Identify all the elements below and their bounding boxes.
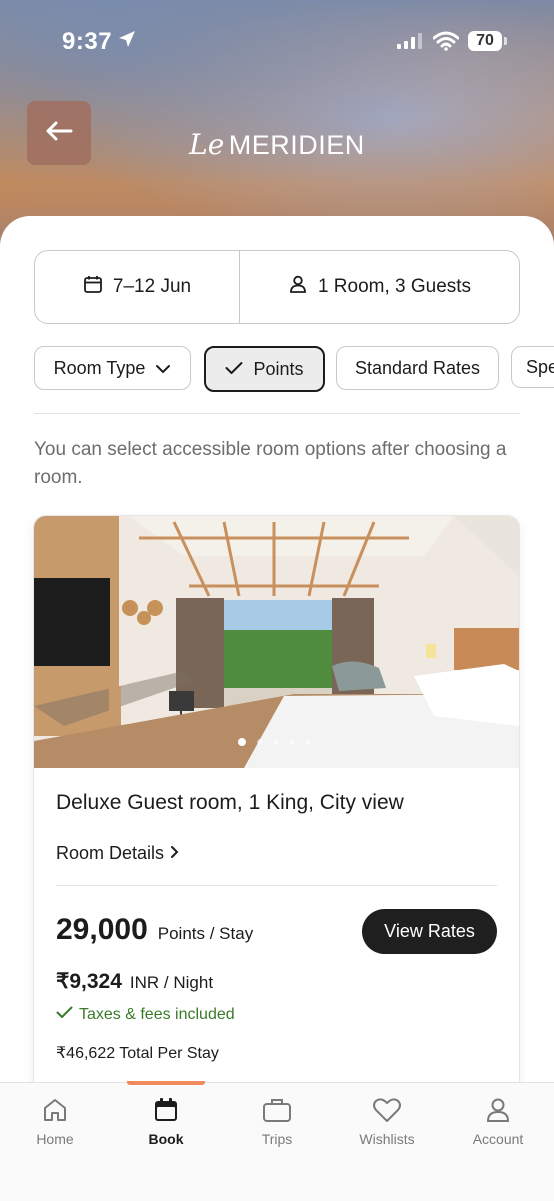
filter-standard-rates[interactable]: Standard Rates <box>336 346 499 390</box>
tab-account[interactable]: Account <box>443 1083 553 1163</box>
check-icon <box>56 1006 73 1024</box>
location-arrow-icon <box>118 30 136 53</box>
logo-name: MERIDIEN <box>228 130 365 160</box>
battery-icon: 70 <box>468 31 507 51</box>
price-value: ₹9,324 <box>56 970 122 993</box>
wifi-icon <box>432 31 460 56</box>
person-icon <box>288 274 308 300</box>
tab-home[interactable]: Home <box>0 1083 110 1163</box>
taxes-included: Taxes & fees included <box>56 1006 235 1024</box>
room-details-link[interactable]: Room Details <box>56 843 180 864</box>
person-icon <box>484 1095 512 1125</box>
room-card[interactable]: Deluxe Guest room, 1 King, City view Roo… <box>34 516 519 1116</box>
chevron-down-icon <box>155 358 171 379</box>
calendar-icon <box>83 274 103 300</box>
inr-price: ₹9,324 INR / Night <box>56 969 213 994</box>
check-icon <box>225 359 243 380</box>
divider <box>34 413 520 414</box>
taxes-label: Taxes & fees included <box>79 1006 235 1023</box>
room-type-label: Room Type <box>53 357 146 378</box>
dates-label: 7–12 Jun <box>112 276 192 297</box>
tab-account-label: Account <box>472 1131 524 1147</box>
bottom-tab-bar: Home Book Trips Wishlists Account <box>0 1081 554 1201</box>
points-unit: Points / Stay <box>157 924 254 943</box>
accessible-info-text: You can select accessible room options a… <box>34 439 507 488</box>
price-unit: INR / Night <box>129 973 214 992</box>
search-summary: 7–12 Jun 1 Room, 3 Guests <box>34 250 520 324</box>
content-sheet: 7–12 Jun 1 Room, 3 Guests Room Type Poin… <box>0 216 554 1116</box>
filter-room-type[interactable]: Room Type <box>34 346 191 390</box>
suitcase-icon <box>262 1095 292 1125</box>
tab-wishlists-label: Wishlists <box>359 1131 415 1147</box>
hotel-logo: Le MERIDIEN <box>0 128 554 161</box>
tab-book[interactable]: Book <box>111 1083 221 1163</box>
guests-selector[interactable]: 1 Room, 3 Guests <box>240 251 519 323</box>
points-price: 29,000 Points / Stay <box>56 913 253 947</box>
total-price: ₹46,622 Total Per Stay <box>56 1045 219 1062</box>
room-photo[interactable] <box>34 516 519 768</box>
filter-special[interactable]: Spe <box>511 346 554 388</box>
view-rates-button[interactable]: View Rates <box>362 909 497 954</box>
signal-icon <box>397 33 423 54</box>
tab-trips[interactable]: Trips <box>222 1083 332 1163</box>
points-filter-label: Points <box>253 358 304 379</box>
card-divider <box>56 885 497 886</box>
filter-points[interactable]: Points <box>204 346 325 392</box>
tab-trips-label: Trips <box>261 1131 293 1147</box>
room-name: Deluxe Guest room, 1 King, City view <box>56 791 404 814</box>
tab-wishlists[interactable]: Wishlists <box>332 1083 442 1163</box>
status-time: 9:37 <box>62 28 113 55</box>
tab-home-label: Home <box>36 1131 74 1147</box>
filter-chips: Room Type Points Standard Rates Spe <box>34 346 554 392</box>
logo-script: Le <box>189 128 225 161</box>
chevron-right-icon <box>170 843 180 864</box>
standard-rates-label: Standard Rates <box>354 357 481 378</box>
points-value: 29,000 <box>56 913 148 946</box>
heart-icon <box>372 1095 402 1125</box>
guests-label: 1 Room, 3 Guests <box>317 276 472 297</box>
date-selector[interactable]: 7–12 Jun <box>35 251 240 323</box>
calendar-icon <box>152 1095 180 1125</box>
status-bar: 9:37 70 <box>0 0 554 80</box>
home-icon <box>41 1095 69 1125</box>
tab-book-label: Book <box>148 1131 184 1147</box>
special-label: Spe <box>526 356 554 377</box>
room-details-label: Room Details <box>56 843 165 863</box>
